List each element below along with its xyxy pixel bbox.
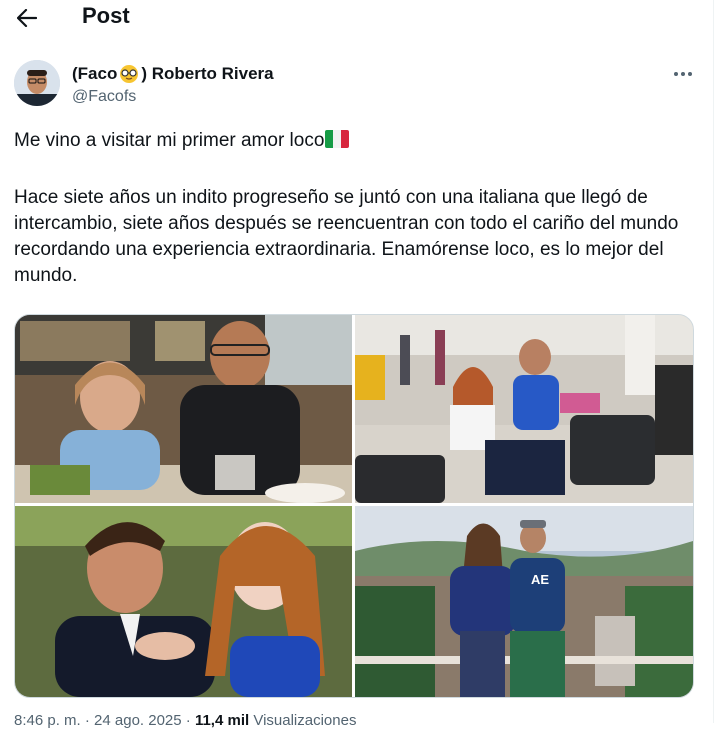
media-photo-dance[interactable]: [15, 506, 352, 697]
svg-text:AE: AE: [531, 572, 549, 587]
arrow-left-icon: [17, 9, 37, 27]
media-photo-airport[interactable]: [355, 315, 693, 503]
column-divider: [713, 0, 714, 723]
media-photo-viewpoint[interactable]: AE: [355, 506, 693, 697]
back-button[interactable]: [12, 4, 42, 32]
italy-flag-icon: [325, 130, 350, 148]
more-options-button[interactable]: [670, 62, 696, 86]
author-handle[interactable]: @Facofs: [72, 88, 136, 106]
avatar[interactable]: [14, 60, 60, 106]
author-name-prefix: (Faco: [72, 64, 118, 83]
post-text-line1: Me vino a visitar mi primer amor loco: [14, 128, 704, 154]
author-name-suffix: ) Roberto Rivera: [141, 64, 274, 83]
page-title: Post: [82, 3, 130, 28]
post-timestamp[interactable]: 8:46 p. m. · 24 ago. 2025 ·: [14, 712, 195, 729]
view-count: 11,4 mil: [194, 712, 250, 729]
media-grid: AE: [14, 314, 694, 698]
post-first-line: Me vino a visitar mi primer amor loco: [14, 130, 325, 151]
nerd-face-emoji-icon: [118, 64, 140, 84]
media-photo-restaurant[interactable]: [15, 315, 352, 503]
author-name[interactable]: (Faco ) Roberto Rivera: [72, 64, 274, 84]
post-body: Hace siete años un indito progreseño se …: [14, 187, 679, 286]
top-bar: Post: [0, 0, 714, 36]
more-dots-icon: [674, 72, 678, 76]
post-meta: 8:46 p. m. · 24 ago. 2025 · 11,4 mil Vis…: [14, 712, 356, 729]
views-label: Visualizaciones: [249, 712, 357, 729]
